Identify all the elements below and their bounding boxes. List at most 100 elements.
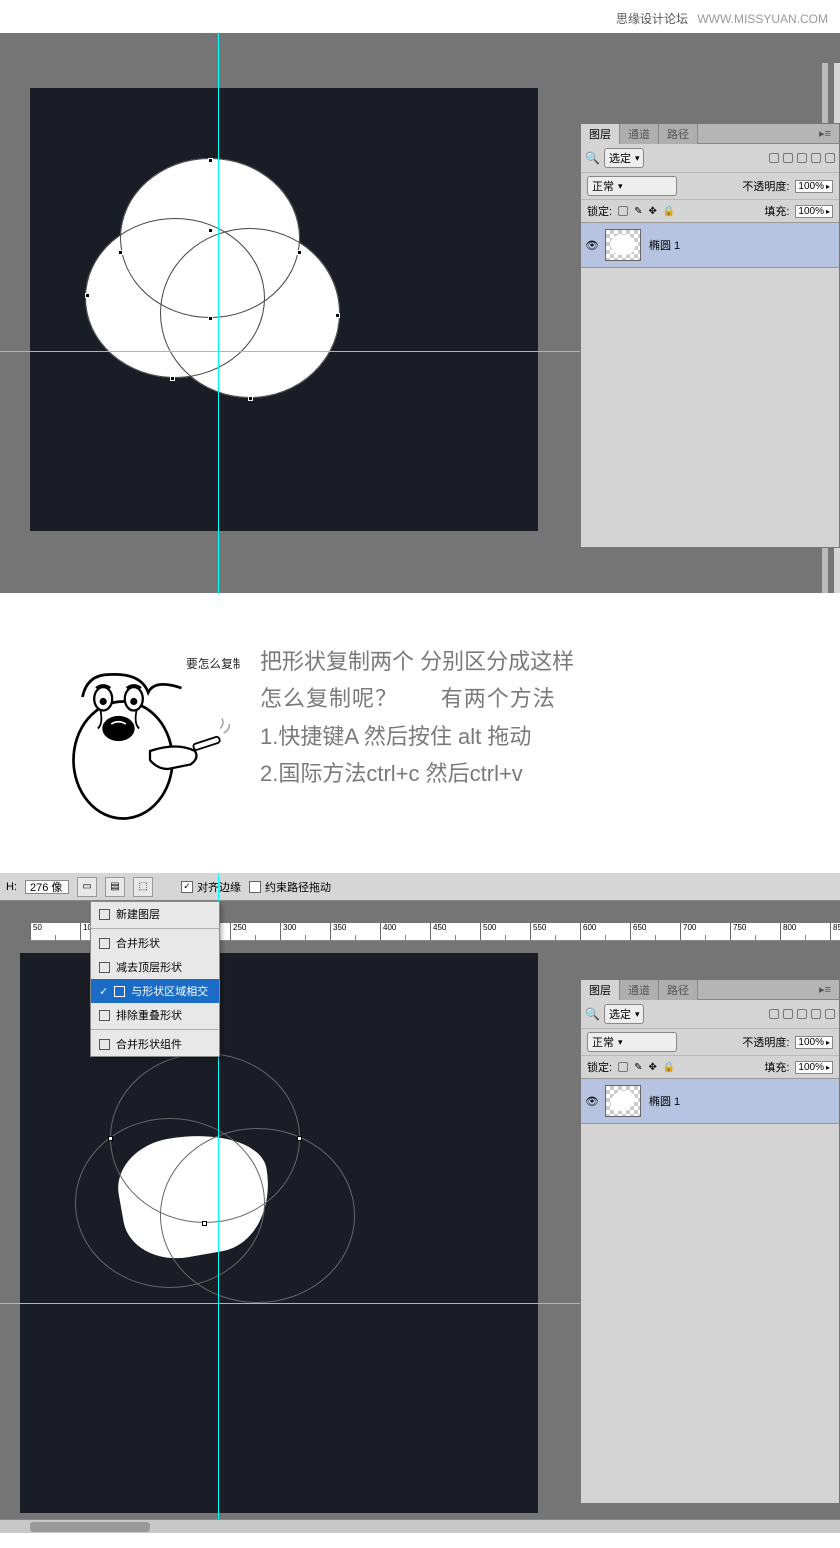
lock-move-icon[interactable]: ✥ bbox=[648, 1062, 656, 1073]
layers-panel-2: 图层 通道 路径 ▸≡ 🔍 选定 正常 不透明度: 100% 锁定: ✎ ✥ 🔒 bbox=[580, 979, 840, 1504]
arrange-icon[interactable]: ⬚ bbox=[133, 877, 153, 897]
path-op-icon[interactable]: ▭ bbox=[77, 877, 97, 897]
watermark: 思缘设计论坛 WWW.MISSYUAN.COM bbox=[0, 0, 840, 33]
fill-value[interactable]: 100% bbox=[795, 205, 833, 218]
fill-label: 填充: bbox=[764, 203, 789, 219]
ruler-tick: 600 bbox=[580, 923, 630, 940]
lock-all-icon[interactable]: 🔒 bbox=[663, 1062, 675, 1073]
lock-move-icon[interactable]: ✥ bbox=[648, 206, 656, 217]
lock-transparent-icon[interactable] bbox=[618, 206, 628, 216]
layer-thumbnail[interactable] bbox=[605, 229, 641, 261]
svg-text:要怎么复制啊！: 要怎么复制啊！ bbox=[186, 657, 240, 671]
lock-brush-icon[interactable]: ✎ bbox=[634, 1062, 642, 1073]
height-input[interactable] bbox=[25, 880, 69, 894]
layer-name: 椭圆 1 bbox=[649, 237, 680, 253]
handle[interactable] bbox=[297, 250, 302, 255]
panel-menu-icon[interactable]: ▸≡ bbox=[811, 983, 839, 996]
scrollbar-thumb[interactable] bbox=[30, 1522, 150, 1532]
opacity-value[interactable]: 100% bbox=[795, 180, 833, 193]
canvas-area[interactable] bbox=[30, 88, 538, 531]
layers-panel: 图层 通道 路径 ▸≡ 🔍 选定 正常 不透明度: 100% 锁定: ✎ ✥ 🔒 bbox=[580, 123, 840, 548]
opacity-value[interactable]: 100% bbox=[795, 1036, 833, 1049]
ruler-tick: 750 bbox=[730, 923, 780, 940]
filter-icon[interactable] bbox=[769, 153, 779, 163]
instructions: 把形状复制两个 分别区分成这样 怎么复制呢？ 有两个方法 1.快捷键A 然后按住… bbox=[260, 643, 574, 793]
filter-icon[interactable] bbox=[825, 1009, 835, 1019]
menu-exclude[interactable]: 排除重叠形状 bbox=[91, 1003, 219, 1027]
search-icon: 🔍 bbox=[585, 1007, 600, 1021]
options-bar: H: ▭ ▤ ⬚ ✓ 对齐边缘 约束路径拖动 bbox=[0, 873, 840, 901]
menu-intersect[interactable]: ✓与形状区域相交 bbox=[91, 979, 219, 1003]
handle[interactable] bbox=[85, 293, 90, 298]
layers-empty-area bbox=[581, 267, 839, 547]
lock-transparent-icon[interactable] bbox=[618, 1062, 628, 1072]
handle[interactable] bbox=[208, 158, 213, 163]
fill-value[interactable]: 100% bbox=[795, 1061, 833, 1074]
align-icon[interactable]: ▤ bbox=[105, 877, 125, 897]
menu-new-layer[interactable]: 新建图层 bbox=[91, 902, 219, 926]
ruler-tick: 300 bbox=[280, 923, 330, 940]
filter-select[interactable]: 选定 bbox=[604, 1004, 645, 1024]
tab-channels[interactable]: 通道 bbox=[620, 124, 659, 144]
lock-all-icon[interactable]: 🔒 bbox=[663, 206, 675, 217]
scrollbar-horizontal[interactable] bbox=[0, 1519, 840, 1533]
filter-icon[interactable] bbox=[783, 1009, 793, 1019]
filter-icon[interactable] bbox=[811, 1009, 821, 1019]
instr-line: 1.快捷键A 然后按住 alt 拖动 bbox=[260, 718, 574, 755]
handle[interactable] bbox=[108, 1136, 113, 1141]
lock-label: 锁定: bbox=[587, 203, 612, 219]
filter-icon[interactable] bbox=[797, 1009, 807, 1019]
layer-thumbnail[interactable] bbox=[605, 1085, 641, 1117]
blend-mode-select[interactable]: 正常 bbox=[587, 176, 677, 196]
tab-layers[interactable]: 图层 bbox=[581, 124, 620, 144]
handle[interactable] bbox=[208, 228, 213, 233]
handle[interactable] bbox=[202, 1221, 207, 1226]
handle[interactable] bbox=[248, 396, 253, 401]
meme-illustration: 要怎么复制啊！ bbox=[60, 643, 240, 823]
tab-layers[interactable]: 图层 bbox=[581, 980, 620, 1000]
tab-paths[interactable]: 路径 bbox=[659, 980, 698, 1000]
menu-subtract[interactable]: 减去顶层形状 bbox=[91, 955, 219, 979]
ruler-tick: 400 bbox=[380, 923, 430, 940]
layer-row[interactable]: 👁 椭圆 1 bbox=[581, 222, 839, 267]
filter-icon[interactable] bbox=[811, 153, 821, 163]
align-edges-checkbox[interactable]: ✓ 对齐边缘 bbox=[181, 879, 241, 895]
ruler-tick: 350 bbox=[330, 923, 380, 940]
handle[interactable] bbox=[297, 1136, 302, 1141]
search-icon: 🔍 bbox=[585, 151, 600, 165]
layer-name: 椭圆 1 bbox=[649, 1093, 680, 1109]
handle[interactable] bbox=[208, 316, 213, 321]
filter-icon[interactable] bbox=[825, 153, 835, 163]
visibility-icon[interactable]: 👁 bbox=[585, 239, 599, 252]
tab-paths[interactable]: 路径 bbox=[659, 124, 698, 144]
handle[interactable] bbox=[118, 250, 123, 255]
ruler-tick: 450 bbox=[430, 923, 480, 940]
watermark-url: WWW.MISSYUAN.COM bbox=[697, 12, 828, 26]
lock-brush-icon[interactable]: ✎ bbox=[634, 206, 642, 217]
menu-combine[interactable]: 合并形状 bbox=[91, 931, 219, 955]
ruler-tick: 650 bbox=[630, 923, 680, 940]
screenshot-bottom: H: ▭ ▤ ⬚ ✓ 对齐边缘 约束路径拖动 新建图层 合并形状 减去顶层形状 … bbox=[0, 873, 840, 1533]
filter-icon[interactable] bbox=[797, 153, 807, 163]
filter-icon[interactable] bbox=[783, 153, 793, 163]
panel-tabs: 图层 通道 路径 ▸≡ bbox=[581, 124, 839, 144]
ruler-tick: 850 bbox=[830, 923, 840, 940]
tab-channels[interactable]: 通道 bbox=[620, 980, 659, 1000]
filter-select[interactable]: 选定 bbox=[604, 148, 645, 168]
blend-mode-select[interactable]: 正常 bbox=[587, 1032, 677, 1052]
layers-empty-area bbox=[581, 1123, 839, 1503]
guide-vertical[interactable] bbox=[218, 33, 219, 593]
menu-merge[interactable]: 合并形状组件 bbox=[91, 1032, 219, 1056]
path-operations-menu: 新建图层 合并形状 减去顶层形状 ✓与形状区域相交 排除重叠形状 合并形状组件 bbox=[90, 901, 220, 1057]
instr-line: 怎么复制呢？ 有两个方法 bbox=[260, 680, 574, 717]
visibility-icon[interactable]: 👁 bbox=[585, 1095, 599, 1108]
layer-row[interactable]: 👁 椭圆 1 bbox=[581, 1078, 839, 1123]
filter-icon[interactable] bbox=[769, 1009, 779, 1019]
handle[interactable] bbox=[170, 376, 175, 381]
constrain-path-checkbox[interactable]: 约束路径拖动 bbox=[249, 879, 331, 895]
ellipse-outline bbox=[160, 228, 340, 398]
panel-tabs: 图层 通道 路径 ▸≡ bbox=[581, 980, 839, 1000]
handle[interactable] bbox=[335, 313, 340, 318]
watermark-cn: 思缘设计论坛 bbox=[616, 12, 688, 26]
panel-menu-icon[interactable]: ▸≡ bbox=[811, 127, 839, 140]
